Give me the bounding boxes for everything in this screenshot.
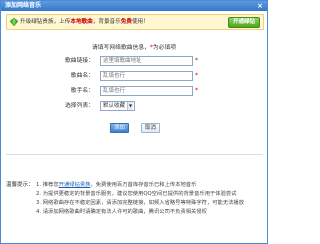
notes-list: 1. 推荐您开通绿钻贵族，免费使用百万首库存音乐已和上传本地音乐 2. 为提供更… xyxy=(36,181,264,217)
song-url-label: 歌曲链接： xyxy=(65,58,94,64)
form-hint: 请填写网络歌曲信息，*为必填项 xyxy=(91,45,177,51)
song-url-input[interactable] xyxy=(100,56,193,66)
diamond-icon xyxy=(10,18,18,26)
song-name-input[interactable] xyxy=(100,71,193,81)
note-item: 4. 请添加网络歌曲时请确定有法人许可的歌曲，腾讯公司不负责相关侵权 xyxy=(36,209,207,215)
required-star: * xyxy=(195,87,198,94)
chevron-down-icon: ▼ xyxy=(127,102,133,110)
note-item: 3. 网络歌曲存在不稳定因素，请添加完整链接，如频入省略号等特殊字符，可能无法播… xyxy=(36,200,245,206)
note-item: 1. 推荐您开通绿钻贵族，免费使用百万首库存音乐已和上传本地音乐 xyxy=(36,182,197,188)
note-item: 2. 为提供更稳定的背景音乐服务，建议您使用QQ空间已提供的背景音乐用于体验尝试 xyxy=(36,191,237,197)
open-green-diamond-link[interactable]: 开通绿钻贵族 xyxy=(59,182,91,188)
singer-name-input[interactable] xyxy=(100,86,193,96)
upgrade-banner: 升级绿钻贵族，上传本地歌曲，背景音乐免费使用！ 开通绿钻 xyxy=(6,14,264,30)
close-icon[interactable]: × xyxy=(256,2,264,10)
playlist-selected-value: 默认收藏 xyxy=(103,103,126,109)
playlist-label: 选择列表： xyxy=(65,103,94,109)
required-star: * xyxy=(195,72,198,79)
dialog-title: 添加网络音乐 xyxy=(5,2,42,9)
open-green-diamond-button[interactable]: 开通绿钻 xyxy=(228,17,260,28)
song-url-row: 歌曲链接： * xyxy=(1,55,267,67)
dialog-title-bar: 添加网络音乐 × xyxy=(1,1,267,11)
required-star: * xyxy=(195,57,198,64)
add-button[interactable]: 添加 xyxy=(110,123,129,133)
singer-name-row: 歌手名： * xyxy=(1,85,267,97)
song-name-row: 歌曲名： * xyxy=(1,70,267,82)
song-name-label: 歌曲名： xyxy=(70,73,94,79)
singer-name-label: 歌手名： xyxy=(70,88,94,94)
divider xyxy=(6,154,263,155)
cancel-button[interactable]: 取消 xyxy=(141,123,160,133)
playlist-select[interactable]: 默认收藏 ▼ xyxy=(100,101,135,111)
notes-title: 温馨提示： xyxy=(6,182,34,188)
playlist-row: 选择列表： 默认收藏 ▼ xyxy=(1,100,267,112)
upgrade-banner-text: 升级绿钻贵族，上传本地歌曲，背景音乐免费使用！ xyxy=(20,19,149,25)
add-music-dialog: 添加网络音乐 × 升级绿钻贵族，上传本地歌曲，背景音乐免费使用！ 开通绿钻 请填… xyxy=(0,0,268,244)
